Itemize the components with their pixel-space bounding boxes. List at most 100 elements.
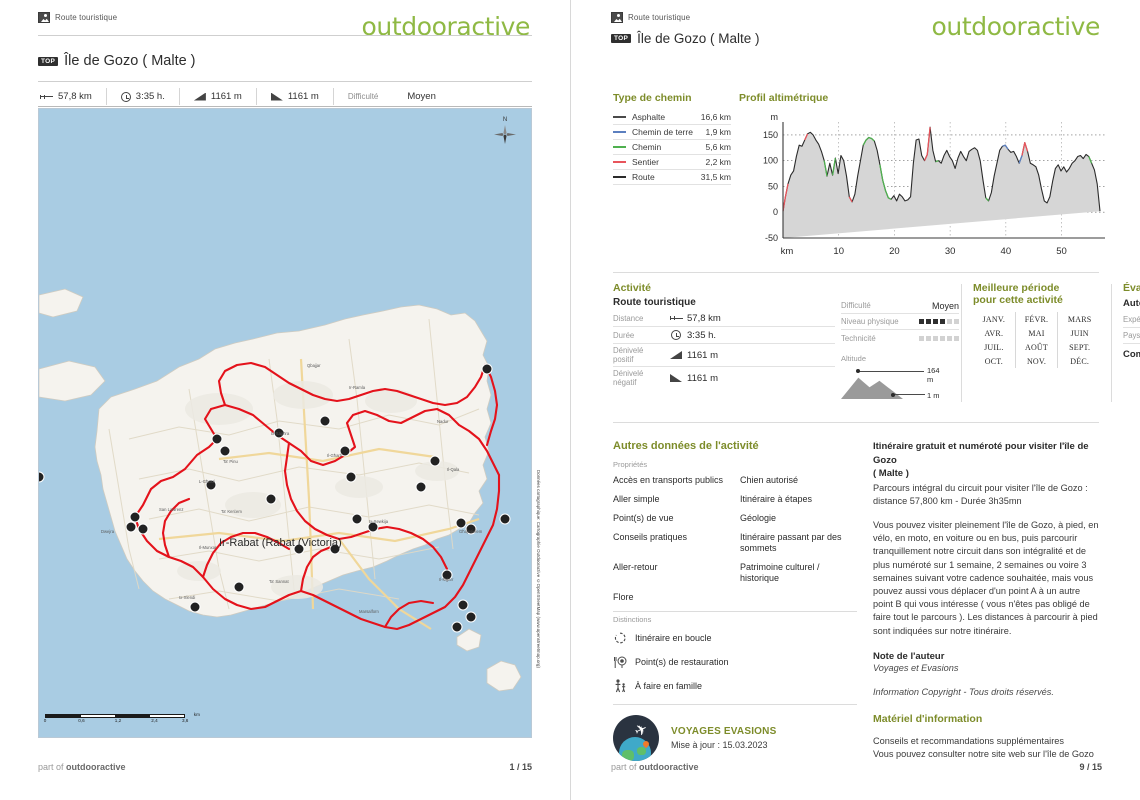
legend-name-sentier: Sentier [632, 157, 659, 167]
technique-row: Technicité [841, 330, 959, 346]
svg-text:20: 20 [889, 246, 900, 257]
distinction-label: Itinéraire en boucle [635, 633, 712, 643]
activity-row-duree: Durée 3:35 h. [613, 327, 835, 344]
legend-row-route: Route 31,5 km [613, 170, 731, 185]
stat-difficulty-label: Difficulté [347, 92, 379, 101]
scale-unit: km [193, 712, 200, 717]
document-sheet: outdooractive Route touristique TOP Île … [0, 0, 1140, 800]
title-divider [38, 81, 532, 82]
legend-name-route: Route [632, 172, 655, 182]
rating-dot [947, 335, 952, 341]
month-cell: AOÛT [1016, 340, 1059, 354]
svg-text:50: 50 [768, 181, 778, 191]
other-data-heading: Autres données de l'activité [613, 440, 759, 452]
property-item: Chien autorisé [740, 475, 799, 485]
legend-swatch-chemin [613, 146, 626, 148]
legend-value-asphalte: 16,6 km [700, 112, 731, 122]
description-subtitle: Parcours intégral du circuit pour visite… [873, 482, 1088, 506]
path-types-heading: Type de chemin [613, 92, 692, 104]
map-place-label: Dwejra [101, 529, 115, 534]
stat-distance-value: 57,8 km [58, 91, 92, 102]
difficulty-label: Difficulté [841, 301, 871, 310]
stat-difficulty-value: Moyen [407, 91, 436, 102]
right-title-row: TOP Île de Gozo ( Malte ) [611, 31, 759, 46]
scale-tick: 0,6 [78, 718, 85, 723]
route-map[interactable]: Ir-Rabat (Rabat (Victoria) Ix-Xagħra Il-… [38, 108, 532, 738]
svg-text:100: 100 [763, 156, 778, 166]
distinctions-divider [613, 704, 857, 705]
rating-dot [954, 319, 959, 324]
month-cell: JUIL. [973, 340, 1016, 354]
footer-prefix: part of [38, 762, 64, 772]
descent-icon [270, 92, 283, 101]
month-cell: NOV. [1016, 354, 1059, 368]
activity-key-denivele-positif: Dénivelé positif [613, 346, 644, 364]
distinction-label: Point(s) de restauration [635, 657, 729, 667]
map-graphics [39, 288, 522, 692]
ratings-community-label: Communauté [1123, 349, 1140, 360]
section-divider-1 [613, 272, 1099, 273]
vertical-divider-1 [961, 284, 962, 402]
elevation-profile-block: Profil altimétrique -50 0 50 100 150 m km 10 20 3… [739, 92, 1113, 273]
property-item: Aller-retour [613, 562, 658, 572]
rating-dot [926, 319, 931, 324]
compass-icon: N [493, 117, 517, 145]
month-cell: MARS [1067, 314, 1092, 324]
rating-dot [933, 335, 938, 341]
footer-brand-line-right: part of outdooractive [611, 762, 699, 772]
page-title: Île de Gozo ( Malte ) [64, 53, 196, 69]
ascent-icon [670, 351, 682, 359]
technique-label: Technicité [841, 333, 876, 343]
footer-prefix-right: part of [611, 762, 637, 772]
family-icon [613, 679, 627, 693]
legend-swatch-route [613, 176, 626, 178]
rating-dot [940, 335, 945, 341]
activity-row-denivele-positif: Dénivelé positif 1161 m [613, 344, 835, 367]
month-cell: JANV. [973, 312, 1016, 326]
month-cell: OCT. [973, 354, 1016, 368]
month-cell: SEPT. [1069, 342, 1091, 352]
map-place-label: Marsalforn [359, 609, 379, 614]
page-right: outdooractive Route touristique TOP Île … [570, 0, 1140, 800]
legend-swatch-asphalte [613, 116, 626, 118]
svg-text:30: 30 [945, 246, 956, 257]
altitude-graphic: 164 m 1 m [841, 365, 946, 400]
activity-key-distance: Distance [613, 313, 644, 323]
activity-value-denivele-negatif: 1161 m [687, 372, 718, 384]
stat-ascent: 1161 m [180, 88, 257, 105]
property-item: Aller simple [613, 494, 660, 504]
route-category-icon [38, 12, 50, 23]
footer-brand-line: part of outdooractive [38, 762, 126, 772]
ratings-key-paysage: Paysage [1123, 331, 1140, 340]
altitude-max-value: 164 m [927, 366, 940, 384]
activity-row-distance: Distance 57,8 km [613, 310, 835, 327]
map-place-label: Il-Għarb [327, 453, 343, 458]
stat-duration: 3:35 h. [107, 88, 180, 105]
properties-divider [613, 611, 857, 612]
right-page-number: 9 / 15 [1079, 762, 1102, 772]
legend-row-sentier: Sentier 2,2 km [613, 155, 731, 170]
copyright-text: Information Copyright - Tous droits rése… [873, 686, 1054, 697]
top-badge-right: TOP [611, 34, 632, 43]
map-place-label: Ix-Xlendi [179, 595, 196, 600]
ratings-row-experience: Expérience [1123, 312, 1140, 328]
rating-dot [940, 319, 945, 324]
header-divider [38, 35, 532, 36]
activity-key-duree: Durée [613, 330, 635, 340]
property-item: Accès en transports publics [613, 475, 724, 485]
difficulty-block: Difficulté Moyen Niveau physique Technic… [841, 298, 959, 400]
page-left: outdooractive Route touristique TOP Île … [0, 0, 570, 800]
author-block: ✈ VOYAGES EVASIONS Mise à jour : 15.03.2… [613, 715, 857, 761]
property-item: Itinéraire à étapes [740, 494, 813, 504]
svg-text:10: 10 [833, 246, 844, 257]
fitness-label: Niveau physique [841, 317, 899, 326]
left-footer: part of outdooractive 1 / 15 [38, 762, 532, 772]
best-period-block: Meilleure période pour cette activité JA… [973, 282, 1101, 368]
material-line-1: Conseils et recommandations supplémentai… [873, 736, 1064, 747]
map-place-label: Ir-Ramla [349, 385, 366, 390]
ratings-row-paysage: Paysage [1123, 328, 1140, 344]
property-item: Flore [613, 592, 634, 602]
rating-dot [954, 335, 959, 341]
activity-value-duree: 3:35 h. [687, 329, 717, 341]
ascent-icon [193, 92, 206, 101]
